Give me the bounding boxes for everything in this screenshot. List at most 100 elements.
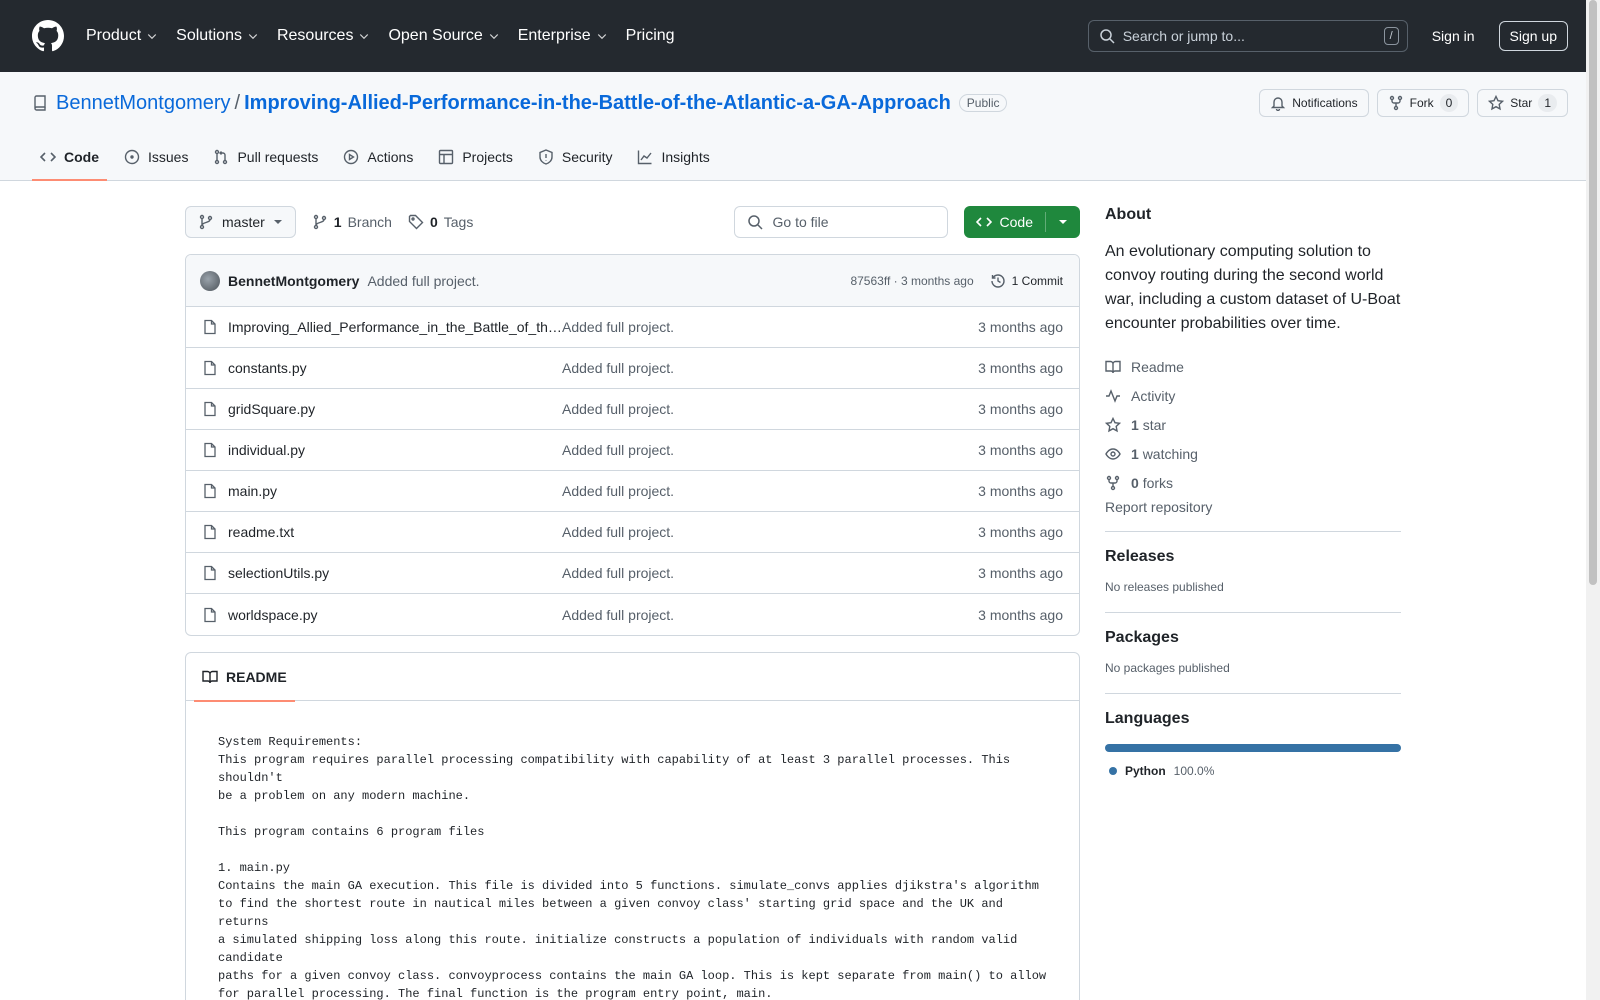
chevron-down-icon xyxy=(597,34,606,40)
go-to-file-input[interactable]: Go to file xyxy=(733,206,948,238)
readme-header: README xyxy=(186,653,1079,702)
file-name-link[interactable]: selectionUtils.py xyxy=(228,565,562,581)
tab-actions[interactable]: Actions xyxy=(335,134,421,180)
file-name-link[interactable]: constants.py xyxy=(228,360,562,376)
readme-tab[interactable]: README xyxy=(194,653,295,702)
repo-path-separator: / xyxy=(234,91,241,114)
table-row[interactable]: main.py Added full project. 3 months ago xyxy=(186,471,1079,512)
tab-code[interactable]: Code xyxy=(32,134,107,181)
branch-icon xyxy=(313,214,326,230)
play-icon xyxy=(344,149,359,165)
file-name-link[interactable]: Improving_Allied_Performance_in_the_Batt… xyxy=(228,319,562,335)
readme-link[interactable]: Readme xyxy=(1105,352,1401,381)
branch-icon xyxy=(199,214,213,230)
repo-owner-link[interactable]: BennetMontgomery xyxy=(56,92,231,115)
nav-open-source[interactable]: Open Source xyxy=(388,27,499,45)
language-bar xyxy=(1105,744,1401,752)
repo-icon xyxy=(34,95,46,111)
table-row[interactable]: constants.py Added full project. 3 month… xyxy=(186,348,1079,389)
file-name-link[interactable]: main.py xyxy=(228,483,562,499)
table-row[interactable]: Improving_Allied_Performance_in_the_Batt… xyxy=(186,307,1079,348)
file-list: BennetMontgomery Added full project. 875… xyxy=(185,254,1080,636)
forks-link[interactable]: 0 forks xyxy=(1105,468,1401,497)
file-commit-message[interactable]: Added full project. xyxy=(562,319,978,335)
file-icon xyxy=(204,360,216,376)
avatar[interactable] xyxy=(200,270,220,291)
file-commit-message[interactable]: Added full project. xyxy=(562,442,978,458)
main-content: master 1 Branch 0 Tags Go to file Code Ben… xyxy=(185,206,1080,1000)
table-row[interactable]: individual.py Added full project. 3 mont… xyxy=(186,430,1079,471)
global-search-input[interactable]: Search or jump to... / xyxy=(1087,20,1408,52)
file-date: 3 months ago xyxy=(978,442,1063,458)
file-name-link[interactable]: worldspace.py xyxy=(228,607,562,623)
branch-select-button[interactable]: master xyxy=(185,206,296,238)
chevron-down-icon xyxy=(489,34,498,40)
nav-pricing[interactable]: Pricing xyxy=(626,27,675,45)
file-commit-message[interactable]: Added full project. xyxy=(562,483,978,499)
tab-security[interactable]: Security xyxy=(530,134,621,180)
chevron-down-icon xyxy=(248,34,258,40)
about-heading: About xyxy=(1105,206,1152,223)
tab-insights[interactable]: Insights xyxy=(629,134,717,180)
table-row[interactable]: gridSquare.py Added full project. 3 mont… xyxy=(186,389,1079,430)
releases-heading[interactable]: Releases xyxy=(1105,548,1401,566)
file-commit-message[interactable]: Added full project. xyxy=(562,401,978,417)
book-icon xyxy=(202,670,218,683)
repo-name-link[interactable]: Improving-Allied-Performance-in-the-Batt… xyxy=(244,92,951,115)
file-date: 3 months ago xyxy=(978,524,1063,540)
file-date: 3 months ago xyxy=(978,565,1063,581)
tab-projects[interactable]: Projects xyxy=(430,134,521,180)
code-icon xyxy=(975,217,992,227)
code-dropdown-button[interactable]: Code xyxy=(963,206,1080,238)
search-icon xyxy=(747,215,763,230)
star-button[interactable]: Star 1 xyxy=(1477,89,1568,117)
table-row[interactable]: selectionUtils.py Added full project. 3 … xyxy=(186,553,1079,594)
sign-in-link[interactable]: Sign in xyxy=(1432,28,1475,44)
tab-pull-requests[interactable]: Pull requests xyxy=(205,134,326,180)
stars-link[interactable]: 1 star xyxy=(1105,410,1401,439)
file-icon xyxy=(204,442,216,458)
repo-title-row: BennetMontgomery / Improving-Allied-Perf… xyxy=(32,72,1568,134)
commit-hash-time[interactable]: 87563ff · 3 months ago xyxy=(850,274,973,288)
commits-link[interactable]: 1 Commit xyxy=(990,273,1063,289)
packages-empty-text: No packages published xyxy=(1105,661,1230,675)
book-icon xyxy=(1105,360,1121,373)
file-icon xyxy=(204,565,216,581)
file-commit-message[interactable]: Added full project. xyxy=(562,360,978,376)
file-icon xyxy=(204,607,216,622)
pulse-icon xyxy=(1106,388,1120,403)
packages-heading[interactable]: Packages xyxy=(1105,629,1401,647)
branches-link[interactable]: 1 Branch xyxy=(312,214,392,230)
scrollbar-thumb[interactable] xyxy=(1589,0,1597,585)
page-scrollbar[interactable] xyxy=(1586,0,1600,1000)
nav-product[interactable]: Product xyxy=(86,27,158,45)
table-row[interactable]: readme.txt Added full project. 3 months … xyxy=(186,512,1079,553)
fork-button[interactable]: Fork 0 xyxy=(1376,89,1470,117)
tags-link[interactable]: 0 Tags xyxy=(408,214,473,230)
file-icon xyxy=(204,319,216,335)
tab-issues[interactable]: Issues xyxy=(116,134,196,180)
commit-message-link[interactable]: Added full project. xyxy=(367,273,479,289)
github-logo-icon[interactable] xyxy=(32,20,64,52)
watching-link[interactable]: 1 watching xyxy=(1105,439,1401,468)
nav-resources[interactable]: Resources xyxy=(277,27,370,45)
activity-link[interactable]: Activity xyxy=(1105,381,1401,410)
tag-icon xyxy=(408,214,424,230)
commit-author-link[interactable]: BennetMontgomery xyxy=(228,273,359,289)
nav-solutions[interactable]: Solutions xyxy=(176,27,259,45)
file-name-link[interactable]: gridSquare.py xyxy=(228,401,562,417)
file-commit-message[interactable]: Added full project. xyxy=(562,524,978,540)
notifications-button[interactable]: Notifications xyxy=(1259,89,1369,117)
sign-up-button[interactable]: Sign up xyxy=(1498,21,1568,51)
file-name-link[interactable]: readme.txt xyxy=(228,524,562,540)
table-row[interactable]: worldspace.py Added full project. 3 mont… xyxy=(186,594,1079,635)
language-item-python[interactable]: Python 100.0% xyxy=(1109,764,1401,778)
chevron-down-icon xyxy=(147,34,157,40)
file-commit-message[interactable]: Added full project. xyxy=(562,565,978,581)
nav-enterprise[interactable]: Enterprise xyxy=(518,27,608,45)
file-commit-message[interactable]: Added full project. xyxy=(562,607,978,623)
global-nav: Product Solutions Resources Open Source … xyxy=(86,27,693,45)
file-name-link[interactable]: individual.py xyxy=(228,442,562,458)
report-repository-link[interactable]: Report repository xyxy=(1105,499,1401,515)
shield-icon xyxy=(539,149,553,165)
